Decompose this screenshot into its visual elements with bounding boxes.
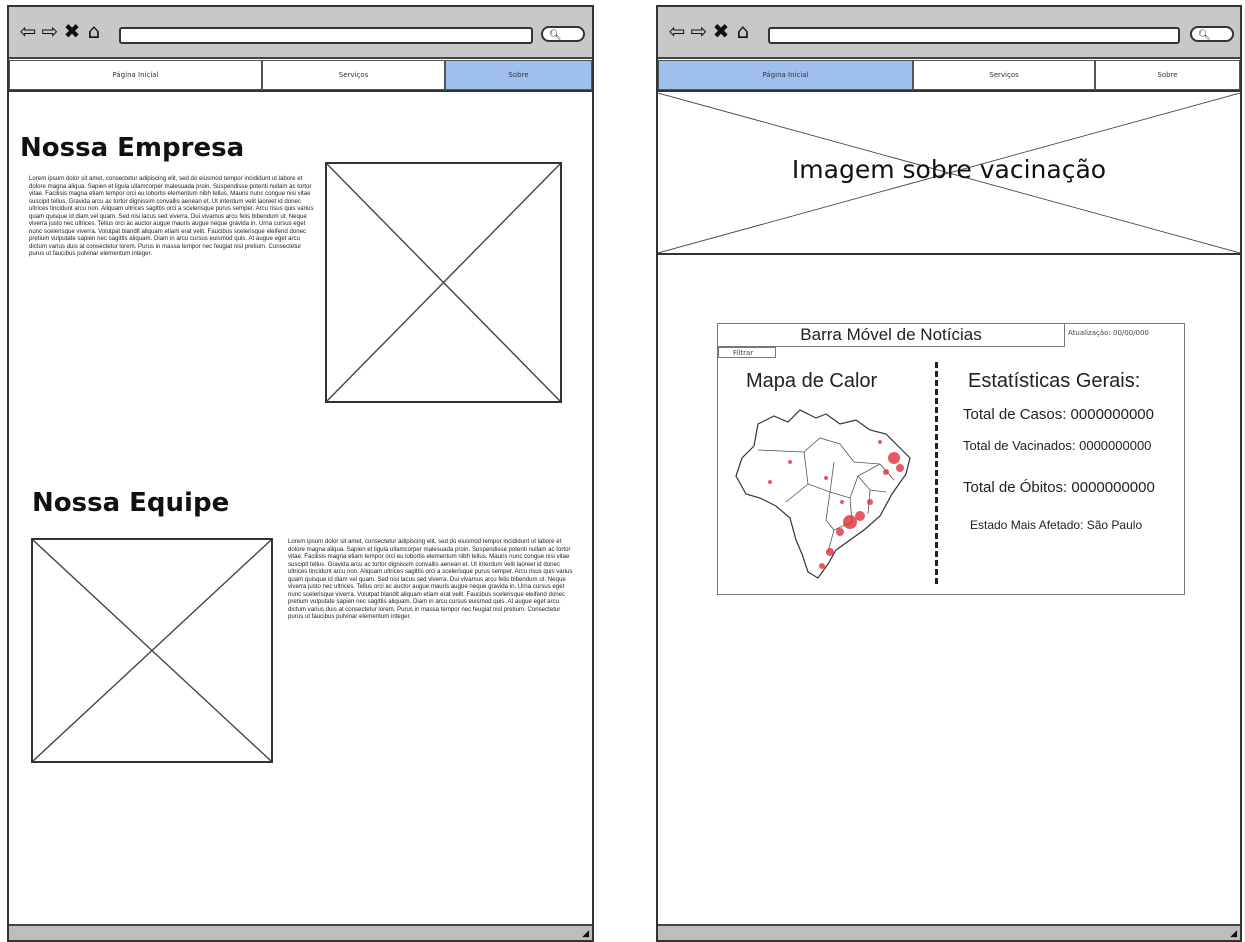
- section-body-nossa-equipe: Lorem ipsum dolor sit amet, consectetur …: [288, 538, 573, 620]
- browser-window-sobre: ⇦ ⇨ ✖ ⌂ 🔍︎ Página Inicial Serviços Sobre…: [7, 5, 594, 942]
- image-placeholder-equipe: [31, 538, 273, 763]
- section-title-nossa-empresa: Nossa Empresa: [20, 133, 245, 163]
- dashed-divider: [935, 362, 938, 584]
- nav-buttons: ⇦ ⇨ ✖ ⌂: [19, 20, 103, 42]
- browser-window-home: ⇦ ⇨ ✖ ⌂ 🔍︎ Página Inicial Serviços Sobre…: [656, 5, 1242, 942]
- resize-handle-icon[interactable]: ◢: [582, 929, 589, 939]
- url-bar[interactable]: [119, 27, 533, 44]
- tab-servicos[interactable]: Serviços: [262, 60, 445, 90]
- section-body-nossa-empresa: Lorem ipsum dolor sit amet, consectetur …: [29, 175, 314, 257]
- hero-image-placeholder: Imagem sobre vacinação: [658, 93, 1240, 255]
- browser-toolbar: ⇦ ⇨ ✖ ⌂ 🔍︎: [9, 7, 592, 59]
- close-icon[interactable]: ✖: [712, 20, 730, 42]
- search-button[interactable]: 🔍︎: [1190, 26, 1234, 42]
- dashboard-panel: Barra Móvel de Notícias Atualização: 00/…: [717, 323, 1185, 595]
- forward-arrow-icon[interactable]: ⇨: [690, 20, 708, 42]
- hero-caption: Imagem sobre vacinação: [791, 155, 1107, 184]
- tab-servicos[interactable]: Serviços: [913, 60, 1095, 90]
- search-icon: 🔍︎: [1198, 30, 1211, 41]
- stat-estado-mais-afetado: Estado Mais Afetado: São Paulo: [970, 518, 1143, 532]
- back-arrow-icon[interactable]: ⇦: [668, 20, 686, 42]
- search-icon: 🔍︎: [549, 30, 562, 41]
- status-bar: ◢: [658, 924, 1240, 940]
- stat-total-casos: Total de Casos: 0000000000: [963, 406, 1154, 423]
- heatmap-title: Mapa de Calor: [746, 370, 878, 392]
- resize-handle-icon[interactable]: ◢: [1230, 929, 1237, 939]
- update-timestamp: Atualização: 00/00/000: [1068, 329, 1149, 337]
- home-icon[interactable]: ⌂: [85, 20, 103, 42]
- stat-total-vacinados: Total de Vacinados: 0000000000: [963, 438, 1152, 453]
- brazil-heatmap[interactable]: [730, 402, 916, 584]
- forward-arrow-icon[interactable]: ⇨: [41, 20, 59, 42]
- nav-buttons: ⇦ ⇨ ✖ ⌂: [668, 20, 752, 42]
- tab-pagina-inicial[interactable]: Página Inicial: [658, 60, 913, 90]
- section-title-nossa-equipe: Nossa Equipe: [32, 488, 230, 518]
- filter-button[interactable]: Filtrar: [718, 347, 776, 358]
- home-icon[interactable]: ⌂: [734, 20, 752, 42]
- stat-total-obitos: Total de Óbitos: 0000000000: [963, 479, 1155, 496]
- search-button[interactable]: 🔍︎: [541, 26, 585, 42]
- news-ticker[interactable]: Barra Móvel de Notícias: [718, 324, 1065, 347]
- nav-tabs: Página Inicial Serviços Sobre: [9, 60, 592, 92]
- close-icon[interactable]: ✖: [63, 20, 81, 42]
- back-arrow-icon[interactable]: ⇦: [19, 20, 37, 42]
- url-bar[interactable]: [768, 27, 1180, 44]
- nav-tabs: Página Inicial Serviços Sobre: [658, 60, 1240, 92]
- browser-toolbar: ⇦ ⇨ ✖ ⌂ 🔍︎: [658, 7, 1240, 59]
- image-placeholder-empresa: [325, 162, 562, 403]
- tab-sobre[interactable]: Sobre: [445, 60, 592, 90]
- status-bar: ◢: [9, 924, 592, 940]
- tab-sobre[interactable]: Sobre: [1095, 60, 1240, 90]
- stats-title: Estatísticas Gerais:: [968, 370, 1141, 392]
- tab-pagina-inicial[interactable]: Página Inicial: [9, 60, 262, 90]
